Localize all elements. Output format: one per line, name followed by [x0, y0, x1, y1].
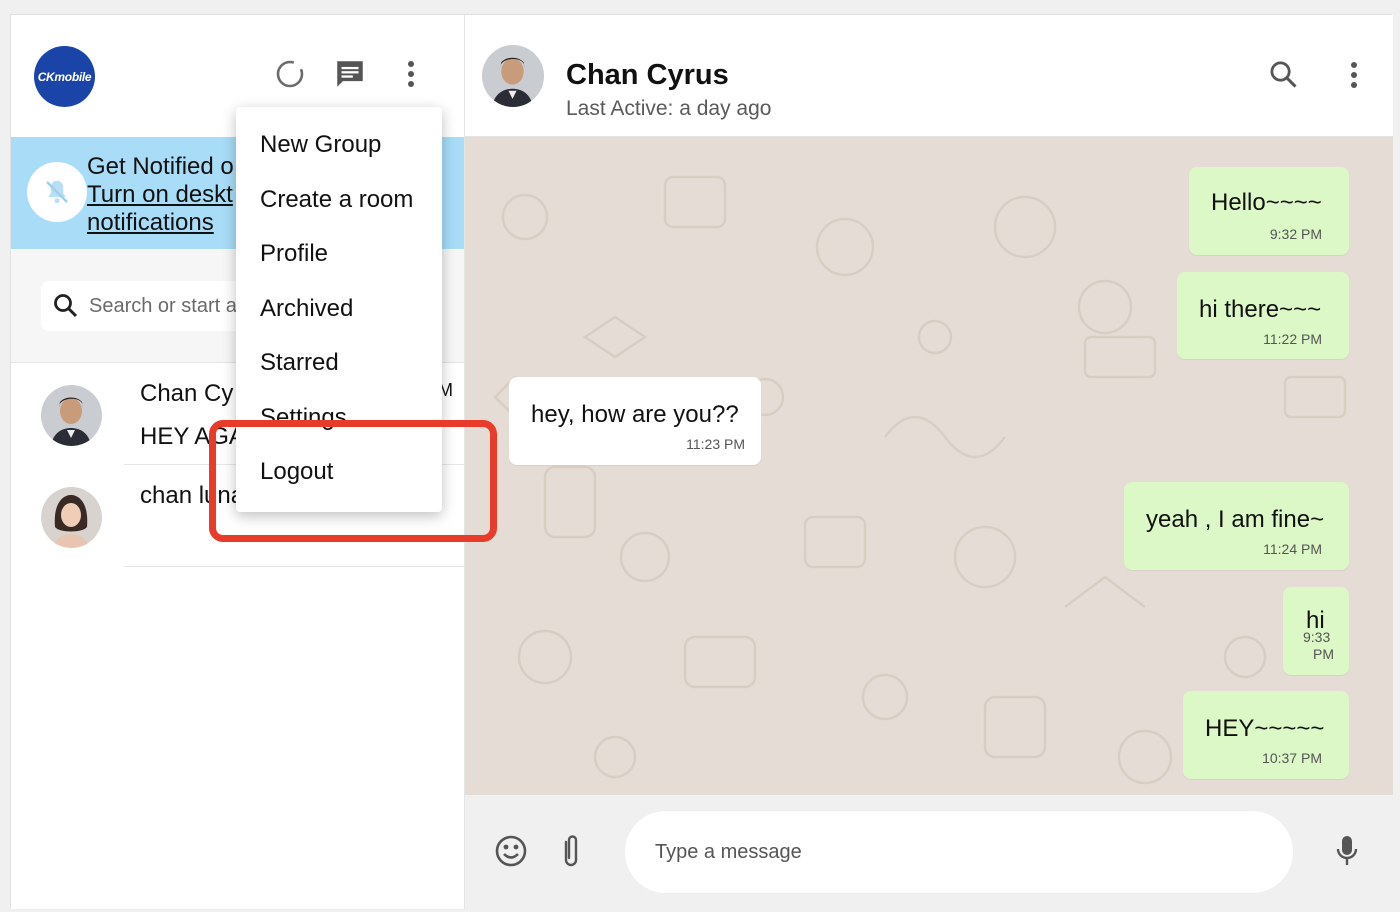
message-text: HEY~~~~~ [1205, 715, 1325, 742]
menu-item-profile[interactable]: Profile [260, 240, 328, 268]
contact-avatar[interactable] [482, 45, 544, 107]
message-bubble[interactable]: Hello~~~~ 9:32 PM [1189, 167, 1349, 255]
menu-item-archived[interactable]: Archived [260, 295, 353, 323]
message-input[interactable] [625, 811, 1293, 893]
bell-off-icon [27, 162, 87, 222]
menu-item-create-room[interactable]: Create a room [260, 186, 413, 214]
message-composer [465, 795, 1393, 909]
message-time: 11:22 PM [1263, 331, 1322, 347]
message-time: 9:33 [1303, 629, 1331, 645]
more-vert-icon[interactable] [1337, 58, 1371, 92]
emoji-icon[interactable] [493, 833, 529, 869]
message-list: Hello~~~~ 9:32 PM hi there~~~ 11:22 PM h… [465, 137, 1393, 795]
notification-title: Get Notified o [87, 153, 234, 180]
enable-notifications-link[interactable]: Turn on deskt [87, 181, 233, 209]
search-input[interactable]: Search or start a [89, 295, 237, 318]
status-icon[interactable] [273, 57, 307, 91]
user-avatar-logo[interactable]: CKmobile [34, 46, 95, 107]
menu-item-new-group[interactable]: New Group [260, 131, 381, 159]
message-bubble[interactable]: yeah , I am fine~ 11:24 PM [1124, 482, 1349, 570]
message-bubble[interactable]: hi 9:33 PM [1283, 587, 1349, 675]
menu-item-starred[interactable]: Starred [260, 349, 339, 377]
chat-name: Chan Cy [140, 380, 234, 407]
more-vert-icon[interactable] [394, 57, 428, 91]
chat-header: Chan Cyrus Last Active: a day ago [465, 15, 1393, 137]
chat-icon[interactable] [333, 57, 367, 91]
search-icon [53, 293, 79, 324]
divider [124, 566, 464, 567]
message-bubble[interactable]: HEY~~~~~ 10:37 PM [1183, 691, 1349, 779]
mic-icon[interactable] [1333, 833, 1361, 869]
chat-panel: Chan Cyrus Last Active: a day ago Hello~… [465, 15, 1393, 909]
message-time: 11:23 PM [686, 436, 745, 452]
message-text: hey, how are you?? [531, 401, 739, 428]
last-active-status: Last Active: a day ago [566, 97, 772, 120]
app-window: CKmobile Get Notified o Turn on deskt no… [10, 14, 1393, 909]
message-text: hi there~~~ [1199, 296, 1322, 323]
contact-name: Chan Cyrus [566, 59, 729, 91]
logo-text: CKmobile [37, 69, 92, 84]
message-bubble[interactable]: hi there~~~ 11:22 PM [1177, 272, 1349, 359]
logout-highlight-box [209, 420, 497, 542]
message-text: Hello~~~~ [1211, 189, 1322, 216]
attach-icon[interactable] [559, 831, 583, 871]
search-icon[interactable] [1267, 58, 1301, 92]
message-text: yeah , I am fine~ [1146, 506, 1325, 533]
avatar [41, 487, 102, 548]
message-time: 9:32 PM [1269, 226, 1322, 242]
avatar [41, 385, 102, 446]
message-time: 10:37 PM [1262, 750, 1322, 766]
message-bubble[interactable]: hey, how are you?? 11:23 PM [509, 377, 761, 465]
enable-notifications-link-line2[interactable]: notifications [87, 209, 214, 237]
message-time: 11:24 PM [1263, 541, 1322, 557]
message-time-suffix: PM [1313, 646, 1334, 662]
